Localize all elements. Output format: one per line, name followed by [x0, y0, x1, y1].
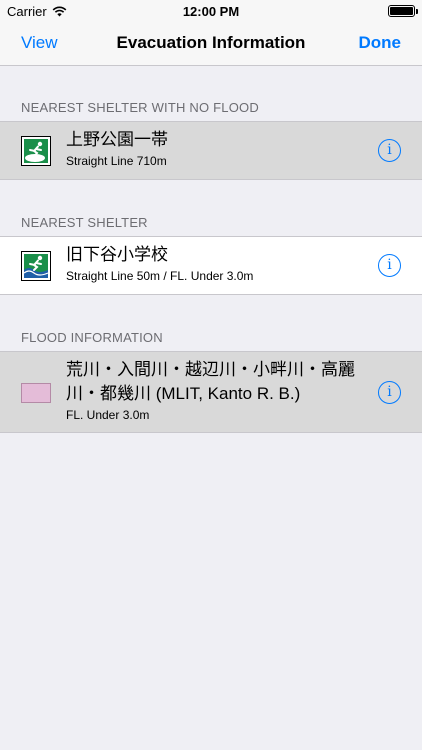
evacuation-site-icon: [21, 136, 51, 166]
section-header-nearest-shelter: NEAREST SHELTER: [21, 215, 148, 230]
status-bar: Carrier 12:00 PM: [0, 0, 422, 22]
shelter-row-nearest[interactable]: 旧下谷小学校 Straight Line 50m / FL. Under 3.0…: [0, 236, 422, 295]
navigation-bar: View Evacuation Information Done: [0, 22, 422, 66]
river-names-line2: 川・都幾川 (MLIT, Kanto R. B.): [66, 384, 301, 403]
status-time: 12:00 PM: [182, 4, 240, 19]
flood-level: FL. Under 3.0m: [66, 408, 150, 422]
info-icon[interactable]: i: [378, 139, 401, 162]
flood-level-color-swatch: [21, 383, 51, 403]
done-button[interactable]: Done: [359, 33, 402, 53]
shelter-name: 旧下谷小学校: [66, 245, 168, 264]
shelter-row-no-flood[interactable]: 上野公園一帯 Straight Line 710m i: [0, 121, 422, 180]
battery-icon: [388, 5, 418, 17]
section-header-nearest-no-flood: NEAREST SHELTER WITH NO FLOOD: [21, 100, 259, 115]
shelter-name: 上野公園一帯: [66, 130, 168, 149]
river-names-line1: 荒川・入間川・越辺川・小畔川・高麗: [66, 360, 355, 379]
section-header-flood-information: FLOOD INFORMATION: [21, 330, 163, 345]
shelter-distance: Straight Line 50m / FL. Under 3.0m: [66, 269, 254, 283]
shelter-distance: Straight Line 710m: [66, 154, 167, 168]
flood-info-row[interactable]: 荒川・入間川・越辺川・小畔川・高麗 川・都幾川 (MLIT, Kanto R. …: [0, 351, 422, 433]
info-icon[interactable]: i: [378, 381, 401, 404]
info-icon[interactable]: i: [378, 254, 401, 277]
tsunami-shelter-icon: [21, 251, 51, 281]
